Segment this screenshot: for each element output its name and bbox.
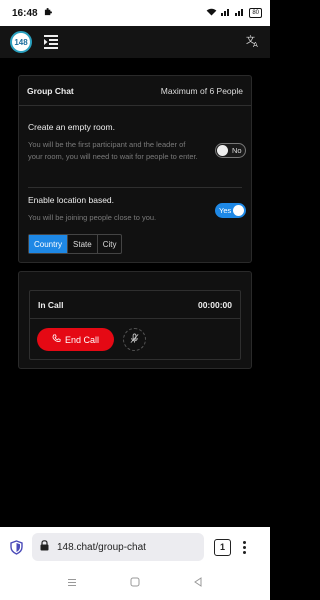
more-options-icon[interactable] [243,540,246,554]
scope-option-state[interactable]: State [67,235,97,253]
status-icons: 80 [206,8,262,18]
menu-toggle-icon[interactable] [44,35,60,49]
microphone-off-icon [129,331,140,349]
max-people-label: Maximum of 6 People [160,85,243,96]
empty-room-description: You will be the first participant and th… [28,140,198,161]
location-scope-selector: Country State City [28,234,123,254]
address-url: 148.chat/group-chat [57,541,146,553]
mute-microphone-button[interactable] [123,328,146,351]
location-toggle[interactable]: Yes [215,203,246,218]
battery-icon: 80 [249,8,262,18]
empty-room-title: Create an empty room. [28,122,115,132]
browser-toolbar: 148.chat/group-chat 1 [0,527,270,567]
back-icon[interactable] [193,577,203,590]
toggle-knob [233,205,244,216]
call-panel: In Call 00:00:00 End Call [29,290,241,360]
location-description: You will be joining people close to you. [28,213,157,222]
address-bar[interactable]: 148.chat/group-chat [32,533,204,561]
location-section: Enable location based. You will be joini… [28,195,242,224]
lock-icon [40,538,49,556]
section-divider [28,187,242,188]
wifi-icon [206,8,217,18]
group-chat-card: Group Chat Maximum of 6 People Create an… [18,75,252,263]
svg-text:A: A [253,41,258,47]
signal-icon [221,8,231,18]
toggle-knob [217,145,228,156]
group-chat-title: Group Chat [27,85,74,96]
home-icon[interactable] [130,577,140,590]
scope-option-country[interactable]: Country [29,235,68,253]
call-header: In Call 00:00:00 [30,291,240,319]
group-chat-header: Group Chat Maximum of 6 People [19,76,251,106]
app-logo-text: 148 [14,37,28,47]
app-logo[interactable]: 148 [10,31,32,53]
empty-room-toggle[interactable]: No [215,143,246,158]
tabs-button[interactable]: 1 [214,538,231,556]
location-title: Enable location based. [28,195,115,205]
system-nav-bar [0,567,270,600]
phone-icon [52,334,61,345]
translate-icon[interactable]: 文 A [246,34,260,50]
signal-icon-2 [235,8,245,18]
end-call-label: End Call [64,334,100,345]
empty-room-section: Create an empty room. You will be the fi… [28,122,242,163]
call-card: In Call 00:00:00 End Call [18,271,252,369]
shield-icon[interactable] [8,538,24,556]
empty-room-toggle-label: No [232,146,242,155]
scope-option-city[interactable]: City [96,235,122,253]
status-time: 16:48 [12,7,38,19]
location-toggle-label: Yes [219,206,232,215]
recent-apps-icon[interactable] [67,577,77,590]
end-call-button[interactable]: End Call [37,328,114,351]
status-bar: 16:48 80 [0,0,270,26]
puzzle-icon [44,7,53,19]
call-timer: 00:00:00 [197,299,232,310]
app-header: 148 文 A [0,26,270,58]
call-status: In Call [38,299,64,310]
